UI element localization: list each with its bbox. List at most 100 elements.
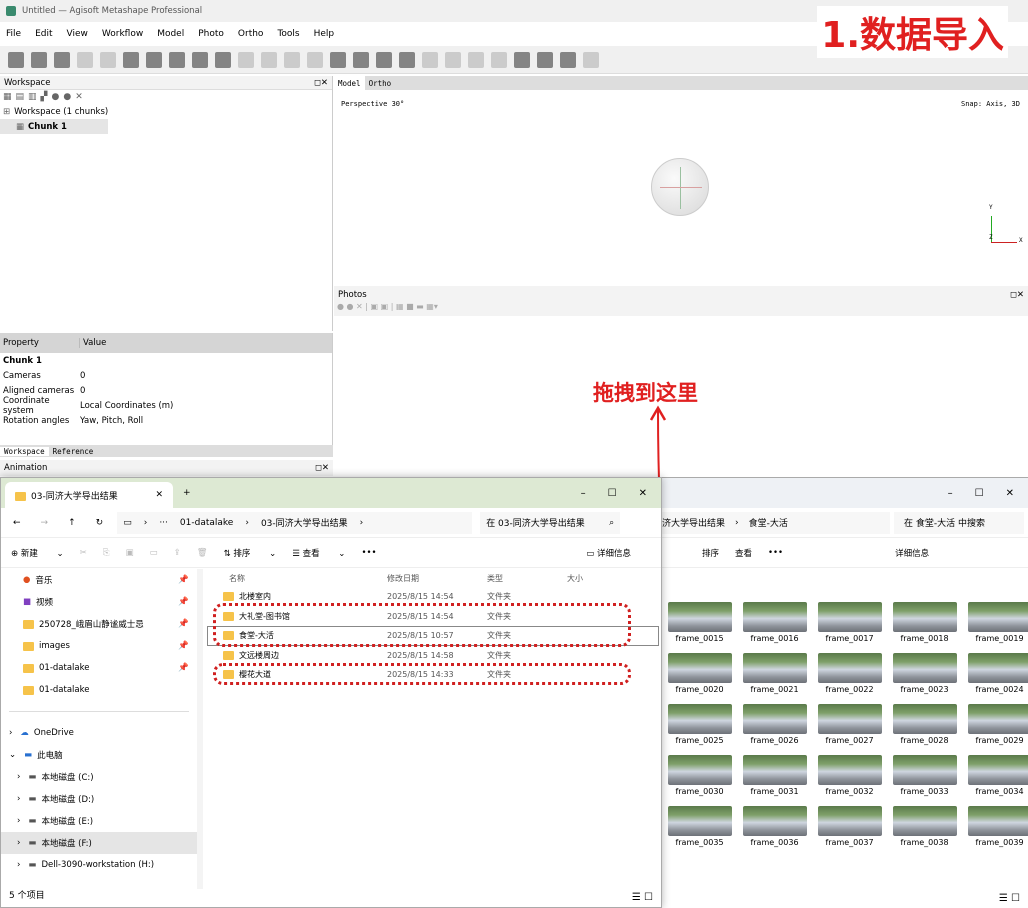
new-button[interactable]: ⊕ 新建 ⌄ [11, 547, 64, 559]
photos-close-icon[interactable]: ◻✕ [1010, 290, 1024, 300]
draw-polygon-icon[interactable] [261, 51, 277, 68]
photos-toolbar-icons[interactable]: ● ● ✕ | ▣ ▣ | ▦ ■ ▬ ▦▾ [337, 302, 438, 311]
breadcrumb-more[interactable]: ··· [159, 518, 168, 528]
frame-thumbnail-item[interactable]: frame_0038 [887, 806, 962, 849]
sort-button[interactable]: 排序 [702, 547, 719, 559]
frame-thumbnail-item[interactable]: frame_0022 [812, 653, 887, 696]
ruler-icon[interactable] [215, 51, 231, 68]
explorer2-search-input[interactable]: 在 食堂-大活 中搜索 [894, 511, 1024, 534]
nav-item-drive-e[interactable]: › ▬ 本地磁盘 (E:) [1, 810, 197, 832]
column-type[interactable]: 类型 [487, 573, 567, 584]
frame-thumbnail-item[interactable]: frame_0021 [737, 653, 812, 696]
tab-model[interactable]: Model [334, 76, 365, 90]
menu-view[interactable]: View [67, 29, 88, 39]
share-icon[interactable]: ⇪ [174, 548, 181, 558]
rectangle-select-icon[interactable] [146, 51, 162, 68]
chevron-right-icon[interactable]: › [17, 838, 20, 848]
chevron-right-icon[interactable]: › [9, 728, 12, 738]
frame-thumbnail-item[interactable]: frame_0028 [887, 704, 962, 747]
frame-thumbnail-item[interactable]: frame_0032 [812, 755, 887, 798]
more-button[interactable]: ••• [361, 548, 376, 558]
value-column-header[interactable]: Value [80, 338, 106, 348]
open-folder-icon[interactable] [31, 51, 47, 68]
frame-thumbnail-item[interactable]: frame_0015 [662, 602, 737, 645]
nav-item-drive-d[interactable]: › ▬ 本地磁盘 (D:) [1, 788, 197, 810]
frame-thumbnail-item[interactable]: frame_0031 [737, 755, 812, 798]
grid-icon[interactable] [583, 51, 599, 68]
property-column-header[interactable]: Property [0, 338, 80, 348]
frame-thumbnail-item[interactable]: frame_0026 [737, 704, 812, 747]
chunk-item[interactable]: ▦ Chunk 1 [0, 119, 108, 134]
menu-tools[interactable]: Tools [277, 29, 299, 39]
more-button[interactable]: ••• [768, 548, 783, 558]
save-icon[interactable] [54, 51, 70, 68]
details-button[interactable]: 详细信息 [895, 547, 929, 559]
disable-icon[interactable]: ● [63, 92, 71, 102]
column-name[interactable]: 名称 [207, 573, 387, 584]
details-button[interactable]: ▭ 详细信息 [586, 547, 647, 559]
move-icon[interactable] [376, 51, 392, 68]
view-button[interactable]: 查看 [735, 547, 752, 559]
close-icon[interactable]: ✕ [639, 488, 647, 499]
draw-polyline-icon[interactable] [238, 51, 254, 68]
frame-thumbnail-item[interactable]: frame_0034 [962, 755, 1028, 798]
breadcrumb-item-datalake[interactable]: 01-datalake [180, 518, 233, 528]
paste-icon[interactable]: ▣ [126, 548, 134, 558]
close-icon[interactable]: ✕ [1006, 488, 1014, 499]
add-chunk-icon[interactable]: ▦ [3, 92, 12, 102]
dense-cloud-icon[interactable] [422, 51, 438, 68]
panel-close-icon[interactable]: ◻✕ [314, 78, 328, 88]
breadcrumb-prev[interactable]: 济大学导出结果 [662, 516, 725, 529]
maximize-icon[interactable]: ☐ [608, 488, 617, 499]
menu-file[interactable]: File [6, 29, 21, 39]
column-date[interactable]: 修改日期 [387, 573, 487, 584]
add-marker-icon[interactable]: ▞ [41, 92, 48, 102]
view-toggle-icons[interactable]: ☰ ☐ [999, 893, 1020, 904]
frame-thumbnail-item[interactable]: frame_0039 [962, 806, 1028, 849]
refresh-icon[interactable]: ↻ [96, 518, 104, 528]
frame-thumbnail-item[interactable]: frame_0036 [737, 806, 812, 849]
crop-selection-icon[interactable] [307, 51, 323, 68]
delete-icon[interactable]: 🗑 [197, 548, 208, 558]
frame-thumbnail-item[interactable]: frame_0020 [662, 653, 737, 696]
explorer-tab[interactable]: 03-同济大学导出结果 ✕ [5, 482, 173, 508]
mesh-shaded-icon[interactable] [445, 51, 461, 68]
view-toggle-icons[interactable]: ☰ ☐ [632, 892, 653, 903]
nav-scrollbar[interactable] [197, 569, 203, 889]
workspace-root[interactable]: ⊞ Workspace (1 chunks) [0, 104, 332, 119]
animation-close-icon[interactable]: ◻✕ [315, 463, 329, 473]
markers-icon[interactable] [560, 51, 576, 68]
breadcrumb-current[interactable]: 食堂-大活 [749, 516, 788, 529]
nav-item-drive-c[interactable]: › ▬ 本地磁盘 (C:) [1, 766, 197, 788]
nav-item-datalake[interactable]: 01-datalake [1, 679, 197, 701]
tab-ortho[interactable]: Ortho [365, 76, 396, 90]
tab-workspace[interactable]: Workspace [0, 446, 49, 456]
search-input[interactable]: 在 03-同济大学导出结果 ⌕ [480, 511, 621, 534]
chevron-right-icon[interactable]: › [17, 794, 20, 804]
minimize-icon[interactable]: – [581, 488, 586, 499]
frame-thumbnail-item[interactable]: frame_0033 [887, 755, 962, 798]
nav-item-folder[interactable]: 250728_峨眉山静谧威士忌 📌 [1, 613, 197, 635]
frame-thumbnail-item[interactable]: frame_0023 [887, 653, 962, 696]
nav-item-videos[interactable]: ■ 视频 📌 [1, 591, 197, 613]
resize-region-icon[interactable] [169, 51, 185, 68]
navigation-cursor-icon[interactable] [123, 51, 139, 68]
menu-edit[interactable]: Edit [35, 29, 52, 39]
copy-icon[interactable]: ⎘ [103, 548, 110, 558]
view-button[interactable]: ☰ 查看 ⌄ [292, 547, 345, 559]
remove-icon[interactable]: ✕ [75, 92, 83, 102]
show-cameras-icon[interactable] [514, 51, 530, 68]
nav-item-images[interactable]: images 📌 [1, 635, 197, 657]
frame-thumbnail-item[interactable]: frame_0037 [812, 806, 887, 849]
trackball[interactable] [651, 158, 709, 216]
tab-close-icon[interactable]: ✕ [155, 490, 163, 500]
redo-icon[interactable] [100, 51, 116, 68]
up-icon[interactable]: ↑ [68, 518, 76, 528]
frame-thumbnail-item[interactable]: frame_0029 [962, 704, 1028, 747]
zoom-out-icon[interactable] [353, 51, 369, 68]
sort-button[interactable]: ⇅ 排序 ⌄ [224, 547, 277, 559]
nav-item-onedrive[interactable]: › ☁ OneDrive [1, 722, 197, 744]
menu-model[interactable]: Model [157, 29, 184, 39]
back-icon[interactable]: ← [13, 518, 21, 528]
nav-item-datalake[interactable]: 01-datalake 📌 [1, 657, 197, 679]
